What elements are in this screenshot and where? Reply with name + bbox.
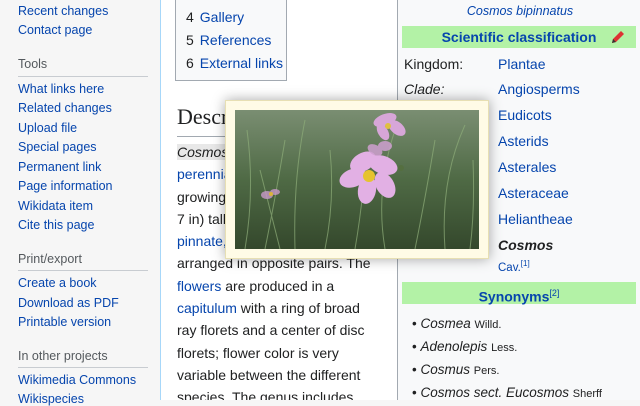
- sidebar-item-download-pdf[interactable]: Download as PDF: [18, 296, 119, 310]
- taxobox-caption[interactable]: Cosmos bipinnatus: [398, 4, 640, 18]
- sidebar-divider: [18, 76, 148, 77]
- synonym-item: • Adenolepis Less.: [412, 339, 518, 354]
- synonyms-header: Synonyms[2]: [402, 282, 636, 305]
- sidebar-divider: [18, 367, 148, 368]
- sidebar-item-recent-changes[interactable]: Recent changes: [18, 4, 108, 18]
- sidebar-item-related-changes[interactable]: Related changes: [18, 101, 112, 115]
- scientific-classification-header: Scientific classification: [402, 26, 636, 48]
- toc-item-references[interactable]: 5 References: [186, 32, 271, 48]
- sidebar-item-upload-file[interactable]: Upload file: [18, 121, 77, 135]
- sidebar: Recent changes Contact page Tools What l…: [0, 0, 160, 406]
- paragraph-line: ray florets and a center of disc: [177, 322, 365, 339]
- cosmos-flower-photo[interactable]: [235, 110, 479, 249]
- synonym-item: • Cosmus Pers.: [412, 362, 500, 377]
- sidebar-item-printable-version[interactable]: Printable version: [18, 315, 111, 329]
- sidebar-item-permanent-link[interactable]: Permanent link: [18, 160, 101, 174]
- paragraph-line: species. The genus includes: [177, 389, 354, 400]
- genus-authority: Cav.[1]: [498, 259, 530, 274]
- sidebar-item-wikispecies[interactable]: Wikispecies: [18, 392, 84, 406]
- toc-item-gallery[interactable]: 4 Gallery: [186, 9, 244, 25]
- sidebar-item-wikimedia-commons[interactable]: Wikimedia Commons: [18, 373, 136, 387]
- taxonomy-row: Kingdom: Plantae: [404, 56, 546, 72]
- sidebar-divider: [18, 270, 148, 271]
- sidebar-heading-other-projects: In other projects: [18, 349, 108, 363]
- sidebar-item-what-links-here[interactable]: What links here: [18, 82, 104, 96]
- sidebar-item-create-a-book[interactable]: Create a book: [18, 276, 97, 290]
- toc-item-external-links[interactable]: 6 External links: [186, 55, 283, 71]
- section-heading-description: Descr: [177, 104, 229, 129]
- paragraph-line: variable between the different: [177, 366, 361, 383]
- sidebar-item-contact-page[interactable]: Contact page: [18, 23, 92, 37]
- table-of-contents: 4 Gallery 5 References 6 External links: [175, 0, 287, 81]
- synonym-item: • Cosmos sect. Eucosmos Sherff: [412, 385, 602, 400]
- sidebar-item-special-pages[interactable]: Special pages: [18, 140, 97, 154]
- pencil-icon[interactable]: [610, 29, 626, 45]
- synonym-item: • Cosmea Willd.: [412, 316, 502, 331]
- image-hover-popup[interactable]: [225, 100, 489, 259]
- sidebar-heading-print-export: Print/export: [18, 252, 82, 266]
- paragraph-line: florets; flower color is very: [177, 344, 339, 361]
- sidebar-heading-tools: Tools: [18, 57, 48, 71]
- sidebar-item-page-information[interactable]: Page information: [18, 179, 113, 193]
- sidebar-item-wikidata-item[interactable]: Wikidata item: [18, 199, 93, 213]
- paragraph-line: flowers are produced in a: [177, 277, 335, 294]
- paragraph-line: capitulum with a ring of broad: [177, 300, 360, 317]
- sidebar-item-cite-this-page[interactable]: Cite this page: [18, 218, 94, 232]
